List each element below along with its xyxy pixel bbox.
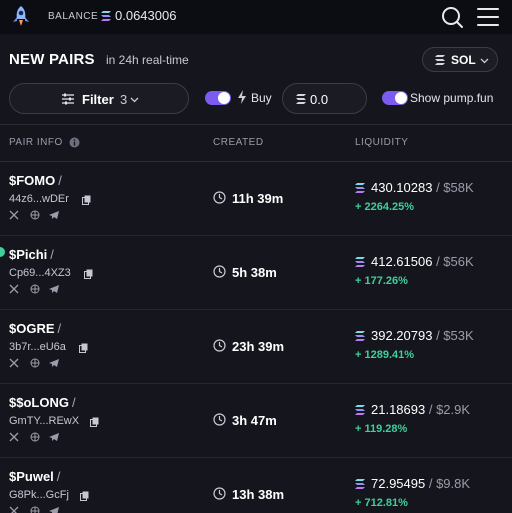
chain-select-label: SOL [451,53,476,67]
column-created[interactable]: CREATED [213,137,264,148]
chain-select[interactable]: SOL [422,47,498,72]
telegram-icon[interactable] [49,210,59,220]
solana-icon [355,405,365,415]
buy-toggle[interactable] [205,91,231,105]
info-icon[interactable] [69,137,80,148]
balance-value: 0.0643006 [115,8,177,23]
globe-icon[interactable] [30,358,40,368]
pair-symbol[interactable]: $FOMO / [9,173,62,188]
solana-icon [435,55,445,65]
copy-icon[interactable] [84,269,93,279]
lightning-icon [238,90,246,104]
liquidity-value: 72.95495 / $9.8K [371,476,471,491]
telegram-icon[interactable] [49,358,59,368]
globe-icon[interactable] [30,506,40,513]
pair-address[interactable]: 3b7r...eU6a [9,341,66,353]
solana-icon [355,331,365,341]
liquidity-value: 392.20793 / $53K [371,328,474,343]
buy-label: Buy [251,91,272,105]
pair-address[interactable]: GmTY...REwX [9,415,79,427]
globe-icon[interactable] [30,284,40,294]
pair-symbol[interactable]: $Puwel / [9,469,60,484]
telegram-icon[interactable] [49,432,59,442]
solana-icon [101,11,111,21]
pair-address[interactable]: Cp69...4XZ3 [9,267,71,279]
copy-icon[interactable] [79,343,88,353]
pair-row[interactable]: $$oLONG / GmTY...REwX 3h 47m 21.18693 / $… [0,384,512,458]
clock-icon [213,413,226,426]
liquidity-change: + 177.26% [355,275,408,287]
liquidity-change: + 2264.25% [355,201,415,213]
menu-icon[interactable] [476,5,500,29]
pair-symbol[interactable]: $OGRE / [9,321,61,336]
filter-button[interactable]: Filter 3 [9,83,189,114]
buy-amount-field[interactable] [282,83,367,114]
x-icon[interactable] [9,210,19,220]
pairs-list: $FOMO/ 44z6...wDEr 11h 39m 430.10283 / $… [0,162,512,513]
filter-count: 3 [120,92,128,107]
liquidity-change: + 712.81% [355,497,408,509]
solana-icon [296,94,306,104]
liquidity-change: + 1289.41% [355,349,415,361]
copy-icon[interactable] [90,417,99,427]
telegram-icon[interactable] [49,284,59,294]
search-icon[interactable] [440,5,464,29]
buy-amount-input[interactable] [310,90,360,108]
filter-label: Filter [82,92,114,107]
pump-fun-label: Show pump.fun [410,91,494,105]
column-liquidity[interactable]: LIQUIDITY [355,137,408,148]
pair-age: 11h 39m [232,191,284,206]
pair-address[interactable]: G8Pk...GcFj [9,489,69,501]
chevron-down-icon [480,58,489,64]
balance-label: BALANCE [48,11,99,22]
copy-icon[interactable] [82,195,91,205]
pair-age: 5h 38m [232,265,277,280]
liquidity-change: + 119.28% [355,423,408,435]
pair-row[interactable]: $FOMO/ 44z6...wDEr 11h 39m 430.10283 / $… [0,162,512,236]
logo-icon[interactable] [10,5,32,27]
pair-symbol[interactable]: $$oLONG / [9,395,76,410]
toggle-knob [218,92,230,104]
solana-icon [355,479,365,489]
x-icon[interactable] [9,432,19,442]
sliders-icon [62,93,74,105]
page-title: NEW PAIRS [9,51,95,68]
pair-row[interactable]: $OGRE/ 3b7r...eU6a 23h 39m 392.20793 / $… [0,310,512,384]
pair-age: 13h 38m [232,487,285,502]
pair-age: 23h 39m [232,339,285,354]
clock-icon [213,339,226,352]
liquidity-value: 21.18693 / $2.9K [371,402,471,417]
toggle-knob [395,92,407,104]
copy-icon[interactable] [80,491,89,501]
globe-icon[interactable] [30,432,40,442]
clock-icon [213,487,226,500]
pair-age: 3h 47m [232,413,277,428]
top-bar: BALANCE 0.0643006 [0,0,512,34]
solana-icon [355,183,365,193]
verified-badge-icon [0,247,5,257]
pump-fun-toggle[interactable] [382,91,408,105]
clock-icon [213,265,226,278]
x-icon[interactable] [9,284,19,294]
liquidity-value: 430.10283 / $58K [371,180,474,195]
x-icon[interactable] [9,358,19,368]
telegram-icon[interactable] [49,506,59,513]
pair-symbol[interactable]: $Pichi / [9,247,54,262]
liquidity-value: 412.61506 / $56K [371,254,474,269]
pair-row[interactable]: $Pichi / Cp69...4XZ3 5h 38m 412.61506 / $… [0,236,512,310]
pair-address[interactable]: 44z6...wDEr [9,193,69,205]
clock-icon [213,191,226,204]
x-icon[interactable] [9,506,19,513]
page-subtitle: in 24h real-time [106,53,189,67]
solana-icon [355,257,365,267]
globe-icon[interactable] [30,210,40,220]
chevron-down-icon [130,97,139,103]
column-pair-info[interactable]: PAIR INFO [9,137,63,148]
pair-row[interactable]: $Puwel / G8Pk...GcFj 13h 38m 72.95495 / $… [0,458,512,513]
